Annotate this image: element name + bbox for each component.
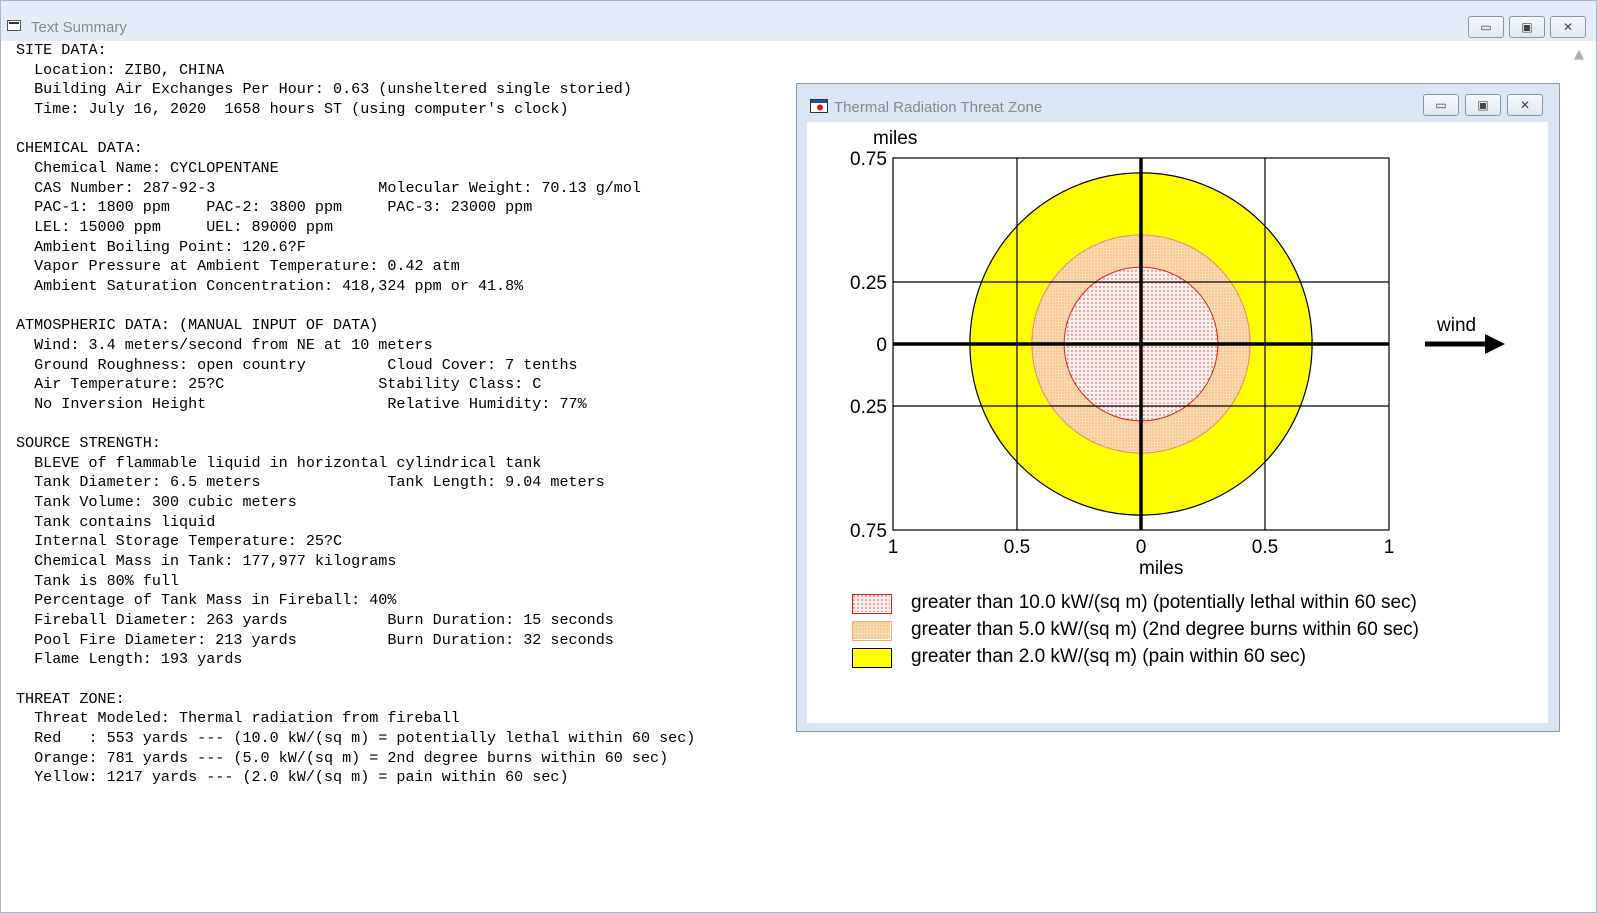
legend-swatch-red [852,594,892,614]
summary-line: Vapor Pressure at Ambient Temperature: 0… [16,257,460,276]
summary-line: Tank Volume: 300 cubic meters [16,493,297,512]
y-tick-label: 0.25 [850,397,887,418]
summary-line: No Inversion Height Relative Humidity: 7… [16,394,587,413]
x-tick-label: 1 [1384,537,1395,558]
summary-line: Internal Storage Temperature: 25?C [16,532,343,551]
summary-line: THREAT ZONE: [16,689,125,708]
summary-line: Tank Diameter: 6.5 meters Tank Length: 9… [16,473,605,492]
x-tick-label: 0.5 [1252,537,1278,558]
summary-line: Flame Length: 193 yards [16,650,243,669]
text-summary-content: SITE DATA: Location: ZIBO, CHINA Buildin… [16,41,695,788]
vertical-scrollbar[interactable]: ▲ [1568,41,1596,912]
child-close-button[interactable]: ✕ [1507,94,1543,116]
wind-arrow-icon [1425,334,1505,354]
summary-line: Tank is 80% full [16,571,180,590]
summary-line: Building Air Exchanges Per Hour: 0.63 (u… [16,80,632,99]
summary-line: Time: July 16, 2020 1658 hours ST (using… [16,99,569,118]
summary-line: Orange: 781 yards --- (5.0 kW/(sq m) = 2… [16,748,669,767]
threat-zone-window: Thermal Radiation Threat Zone ▭ ▣ ✕ 0.75… [796,83,1560,732]
summary-line: Threat Modeled: Thermal radiation from f… [16,709,460,728]
threat-zone-title-bar[interactable]: Thermal Radiation Threat Zone ▭ ▣ ✕ [797,84,1559,122]
summary-line: LEL: 15000 ppm UEL: 89000 ppm [16,217,334,236]
summary-line: Percentage of Tank Mass in Fireball: 40% [16,591,397,610]
summary-line [16,414,695,434]
summary-line: PAC-1: 1800 ppm PAC-2: 3800 ppm PAC-3: 2… [16,198,533,217]
x-tick-label: 0.5 [1004,537,1030,558]
summary-line: Ambient Saturation Concentration: 418,32… [16,276,524,295]
threat-zone-window-icon [810,99,828,113]
summary-line: ATMOSPHERIC DATA: (MANUAL INPUT OF DATA) [16,316,379,335]
legend-swatch-orange [852,621,892,641]
close-button[interactable]: ✕ [1550,16,1586,38]
legend-label-yellow: greater than 2.0 kW/(sq m) (pain within … [911,646,1306,667]
summary-line: CAS Number: 287-92-3 Molecular Weight: 7… [16,178,641,197]
summary-line: BLEVE of flammable liquid in horizontal … [16,453,542,472]
child-maximize-button[interactable]: ▣ [1465,94,1501,116]
summary-line: SOURCE STRENGTH: [16,434,161,453]
summary-line: CHEMICAL DATA: [16,139,143,158]
title-bar[interactable]: Text Summary ▭ ▣ ✕ [1,1,1596,41]
threat-zone-title: Thermal Radiation Threat Zone [834,99,1043,116]
legend-swatch-yellow [852,648,892,668]
x-tick-label: 1 [888,537,899,558]
maximize-button[interactable]: ▣ [1509,16,1545,38]
y-tick-label: 0.25 [850,273,887,294]
summary-line: Location: ZIBO, CHINA [16,60,225,79]
minimize-button[interactable]: ▭ [1468,16,1504,38]
summary-line: Air Temperature: 25?C Stability Class: C [16,375,542,394]
y-tick-label: 0.75 [850,521,887,542]
summary-line: Wind: 3.4 meters/second from NE at 10 me… [16,335,433,354]
summary-line [16,120,695,140]
summary-line: Chemical Mass in Tank: 177,977 kilograms [16,552,397,571]
x-tick-label: 0 [1136,537,1147,558]
summary-line [16,670,695,690]
summary-line: Ground Roughness: open country Cloud Cov… [16,355,578,374]
summary-line: Tank contains liquid [16,512,216,531]
summary-line [16,297,695,317]
summary-line: Yellow: 1217 yards --- (2.0 kW/(sq m) = … [16,768,569,787]
x-axis-label: miles [1139,558,1184,579]
y-tick-label: 0 [876,335,887,356]
scroll-up-arrow-icon[interactable]: ▲ [1574,47,1584,62]
legend-label-red: greater than 10.0 kW/(sq m) (potentially… [911,592,1417,613]
summary-line: Pool Fire Diameter: 213 yards Burn Durat… [16,630,614,649]
y-tick-label: 0.75 [850,149,887,170]
y-axis-label: miles [873,128,918,149]
child-minimize-button[interactable]: ▭ [1423,94,1459,116]
window-icon [7,20,21,31]
summary-line: Fireball Diameter: 263 yards Burn Durati… [16,611,614,630]
summary-line: Chemical Name: CYCLOPENTANE [16,158,279,177]
summary-line: Ambient Boiling Point: 120.6?F [16,237,306,256]
summary-line: SITE DATA: [16,41,107,59]
window-title: Text Summary [31,19,127,36]
threat-zone-plot-area: 0.75 0.25 0 0.25 0.75 1 0.5 0 0.5 1 miles miles w… [807,122,1548,723]
legend-label-orange: greater than 5.0 kW/(sq m) (2nd degree b… [911,619,1419,640]
summary-line: Red : 553 yards --- (10.0 kW/(sq m) = po… [16,728,696,747]
